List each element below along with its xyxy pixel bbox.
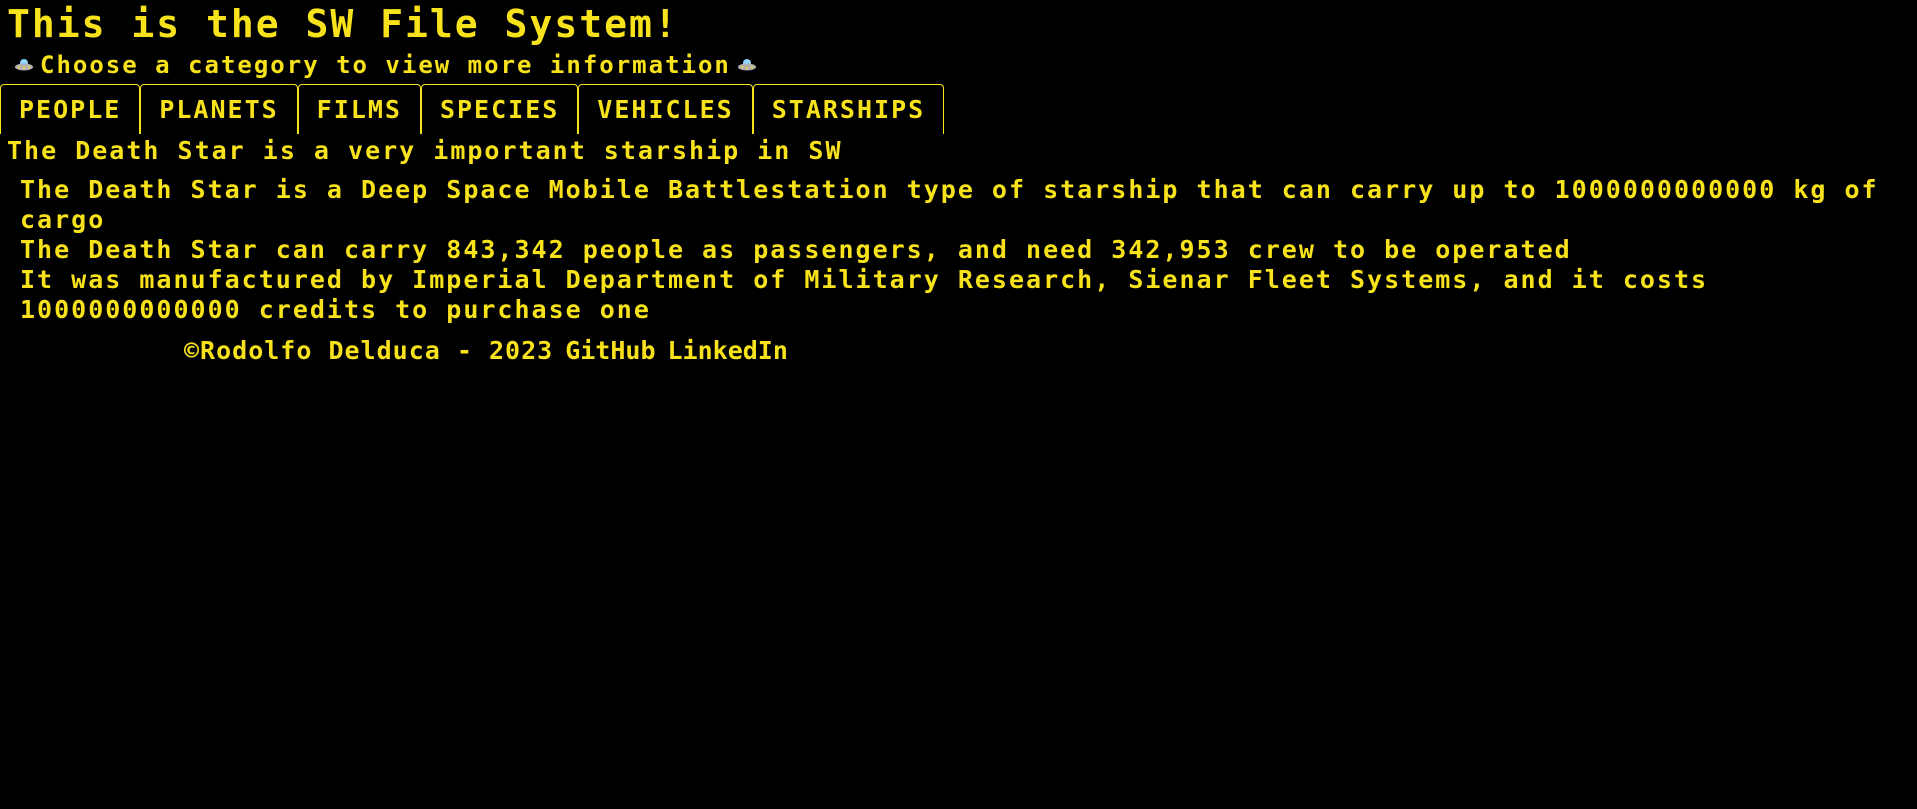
subtitle-text: Choose a category to view more informati… [40, 51, 731, 79]
linkedin-link[interactable]: LinkedIn [668, 335, 788, 367]
manufacturer-info: It was manufactured by Imperial Departme… [20, 265, 1709, 324]
category-tabs: PEOPLE PLANETS FILMS SPECIES VEHICLES ST… [0, 84, 945, 135]
cargo-info: The Death Star is a Deep Space Mobile Ba… [20, 175, 1879, 234]
ufo-icon [737, 57, 757, 73]
footer: ©Rodolfo Delduca - 2023 GitHub LinkedIn [184, 335, 788, 367]
starship-details: The Death Star is a Deep Space Mobile Ba… [20, 175, 1905, 325]
subtitle: Choose a category to view more informati… [8, 50, 763, 80]
copyright: ©Rodolfo Delduca - 2023 [184, 336, 554, 365]
github-link[interactable]: GitHub [565, 335, 655, 367]
passengers-info: The Death Star can carry 843,342 people … [20, 235, 1572, 264]
tab-starships[interactable]: STARSHIPS [752, 84, 945, 134]
tab-species[interactable]: SPECIES [420, 84, 579, 134]
page-title: This is the SW File System! [7, 2, 679, 46]
tab-films[interactable]: FILMS [297, 84, 421, 134]
tab-people[interactable]: PEOPLE [0, 84, 141, 134]
tab-planets[interactable]: PLANETS [140, 84, 298, 134]
ufo-icon [14, 57, 34, 73]
starship-heading: The Death Star is a very important stars… [7, 136, 843, 165]
tab-vehicles[interactable]: VEHICLES [578, 84, 753, 134]
